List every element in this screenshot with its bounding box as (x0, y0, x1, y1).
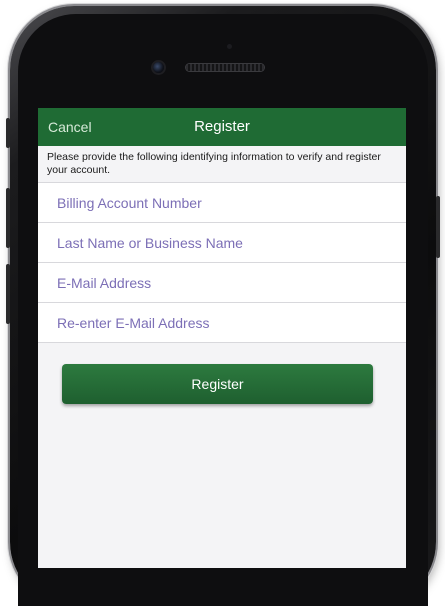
volume-down-button (6, 264, 10, 324)
proximity-sensor (227, 44, 232, 49)
app-screen: Cancel Register Please provide the follo… (38, 108, 406, 568)
power-button (436, 196, 440, 258)
volume-up-button (6, 188, 10, 248)
earpiece-speaker (186, 64, 264, 71)
register-button[interactable]: Register (62, 364, 373, 404)
billing-account-number-input[interactable] (38, 183, 406, 223)
front-camera-icon (153, 62, 164, 73)
email-input[interactable] (38, 263, 406, 303)
instructions-text: Please provide the following identifying… (38, 146, 406, 182)
navigation-bar: Cancel Register (38, 108, 406, 146)
last-name-input[interactable] (38, 223, 406, 263)
mute-switch (6, 118, 10, 148)
registration-form (38, 182, 406, 343)
page-title: Register (194, 118, 250, 135)
confirm-email-input[interactable] (38, 303, 406, 343)
